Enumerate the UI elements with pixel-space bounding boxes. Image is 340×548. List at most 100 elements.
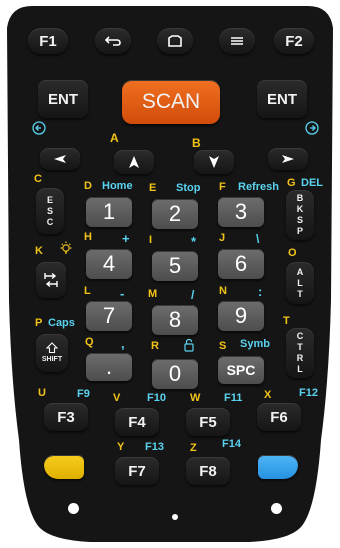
alpha-o: O [288,247,297,259]
f9-label: F9 [77,388,90,400]
arrow-up-icon [129,156,139,168]
f4-key[interactable]: F4 [115,408,159,436]
symb-label: Symb [240,338,270,350]
menu-key[interactable] [219,28,255,54]
alpha-a: A [110,131,119,145]
key-3[interactable]: 3 [218,197,264,227]
alpha-j: J [219,232,226,244]
alpha-u: U [38,387,46,399]
alpha-f: F [219,181,226,193]
arrow-left-icon [54,155,66,163]
alpha-c: C [34,173,42,185]
ctrl-key[interactable]: CTRL [286,328,314,378]
screw-hole-center [172,514,178,520]
star-label: * [191,234,197,249]
shift-arrow-icon [46,341,58,353]
alpha-i: I [149,234,153,246]
lock-icon [184,338,194,352]
key-2[interactable]: 2 [152,199,198,229]
alpha-b: B [192,136,201,150]
f3-key[interactable]: F3 [44,403,88,431]
up-arrow-key[interactable] [114,150,154,174]
backslash-label: \ [256,232,260,246]
slash-label: / [191,288,195,302]
blue-soft-key[interactable] [258,455,298,479]
f2-key[interactable]: F2 [274,28,314,54]
alt-key[interactable]: ALT [286,262,314,304]
key-5[interactable]: 5 [152,251,198,281]
key-7[interactable]: 7 [86,301,132,331]
f5-key[interactable]: F5 [186,408,230,436]
f14-label: F14 [222,438,241,450]
f1-key[interactable]: F1 [28,28,68,54]
alpha-l: L [84,285,91,297]
back-key[interactable] [95,28,131,54]
alpha-k: K [35,245,43,257]
alpha-x: X [264,389,272,401]
tab-icon [44,272,58,288]
key-1[interactable]: 1 [86,197,132,227]
circle-right-icon [305,121,319,135]
esc-key[interactable]: ESC [36,188,64,234]
back-arrow-icon [104,36,121,46]
left-arrow-key[interactable] [40,148,80,170]
shift-key[interactable]: SHIFT [36,334,68,372]
minus-label: - [120,286,125,301]
bulb-icon [60,241,72,254]
home-icon [168,35,182,47]
f10-label: F10 [147,392,166,404]
caps-label: Caps [48,317,75,329]
alpha-r: R [151,340,159,352]
key-0[interactable]: 0 [152,359,198,389]
arrow-right-icon [282,155,294,163]
refresh-label: Refresh [238,181,279,193]
f6-key[interactable]: F6 [257,403,301,431]
alpha-w: W [190,392,201,404]
alpha-n: N [219,285,227,297]
colon-label: : [258,284,263,299]
alpha-e: E [149,182,157,194]
down-arrow-key[interactable] [194,150,234,174]
key-4[interactable]: 4 [86,249,132,279]
menu-icon [231,37,243,45]
alpha-m: M [148,288,158,300]
circle-left-icon [32,121,46,135]
alpha-g: G [287,177,296,189]
alpha-s: S [219,340,227,352]
keypad-overlay: F1 F2 ENT SCAN ENT A B C G DEL D Home E … [0,0,340,548]
scan-key[interactable]: SCAN [122,80,220,124]
alpha-v: V [113,392,121,404]
key-9[interactable]: 9 [218,301,264,331]
f8-key[interactable]: F8 [186,457,230,485]
home-key[interactable] [157,28,193,54]
alpha-z: Z [190,442,197,454]
screw-hole-right [271,503,282,514]
stop-label: Stop [176,182,201,194]
alpha-y: Y [117,441,125,453]
enter-right-key[interactable]: ENT [257,80,307,118]
f12-label: F12 [299,387,318,399]
backspace-key[interactable]: BKSP [286,190,314,240]
key-dot[interactable]: . [86,353,132,381]
tab-key[interactable] [36,262,66,298]
alpha-d: D [84,180,92,192]
enter-left-key[interactable]: ENT [38,80,88,118]
del-label: DEL [301,177,323,189]
arrow-down-icon [209,156,219,168]
key-6[interactable]: 6 [218,249,264,279]
f7-key[interactable]: F7 [115,457,159,485]
screw-hole-left [68,503,79,514]
key-spc[interactable]: SPC [218,356,264,384]
f13-label: F13 [145,441,164,453]
alpha-t: T [283,315,290,327]
right-arrow-key[interactable] [268,148,308,170]
yellow-soft-key[interactable] [44,455,84,479]
key-8[interactable]: 8 [152,305,198,335]
alpha-p: P [35,317,43,329]
comma-label: , [121,336,125,351]
alpha-q: Q [85,336,94,348]
f11-label: F11 [224,392,243,404]
alpha-h: H [84,231,92,243]
plus-label: + [122,231,130,246]
home-label: Home [102,180,133,192]
